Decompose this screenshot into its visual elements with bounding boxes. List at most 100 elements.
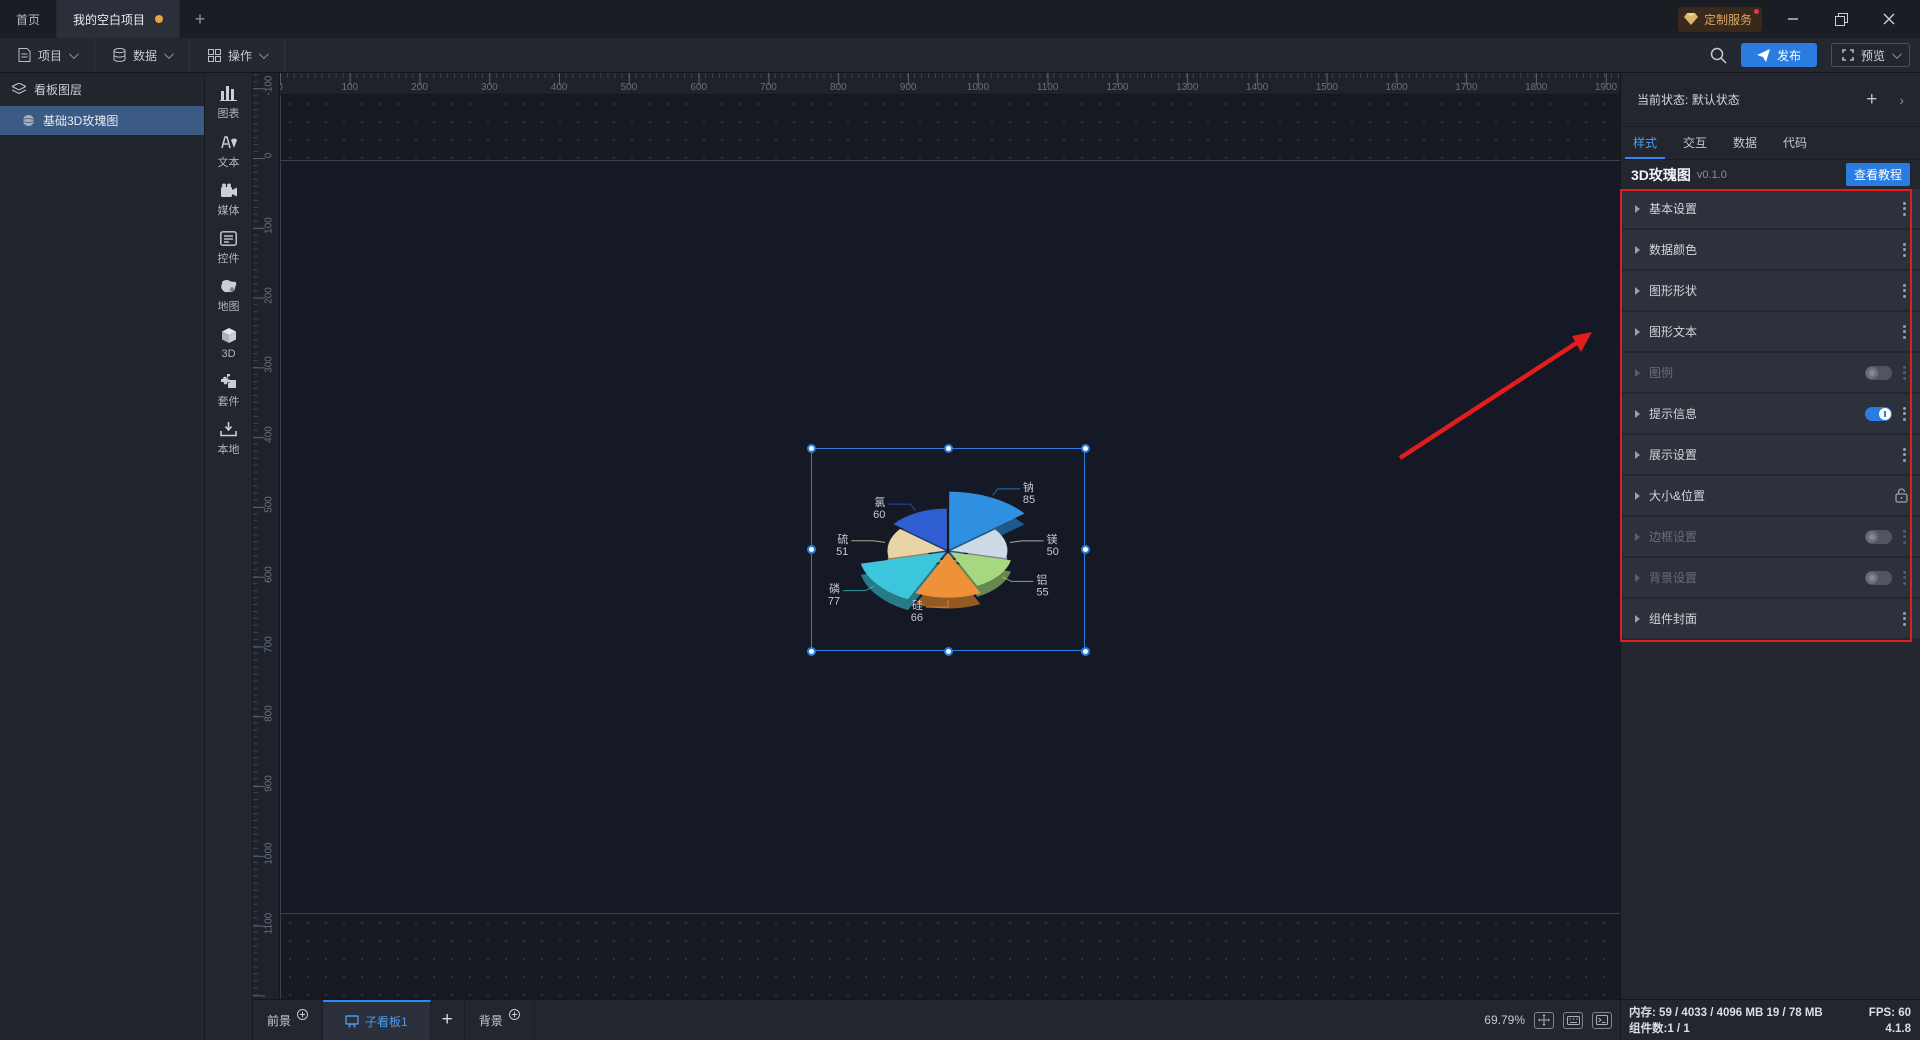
console-button[interactable] bbox=[1592, 1011, 1612, 1029]
selection-handle[interactable] bbox=[1080, 443, 1090, 453]
tab-project[interactable]: 我的空白项目 bbox=[57, 0, 181, 38]
toolbox-item-6[interactable]: 3D bbox=[205, 327, 253, 360]
selection-handle[interactable] bbox=[943, 646, 953, 656]
expand-caret-icon[interactable] bbox=[1635, 286, 1640, 295]
section-menu-icon[interactable] bbox=[1901, 528, 1908, 546]
ruler-mark: 1500 bbox=[1315, 82, 1338, 93]
plus-circle-icon[interactable] bbox=[508, 1008, 520, 1020]
selection-handle[interactable] bbox=[806, 646, 816, 656]
selection-handle[interactable] bbox=[806, 443, 816, 453]
local-icon bbox=[220, 422, 237, 437]
expand-caret-icon[interactable] bbox=[1635, 245, 1640, 254]
toolbox-item-1[interactable]: 图表 bbox=[205, 85, 253, 121]
ruler-mark: 400 bbox=[550, 82, 568, 93]
foreground-button[interactable]: 前景 bbox=[253, 1000, 324, 1040]
expand-caret-icon[interactable] bbox=[1635, 491, 1640, 500]
restore-button[interactable] bbox=[1824, 6, 1858, 32]
section-menu-icon[interactable] bbox=[1901, 364, 1908, 382]
canvas-workspace[interactable]: 0 100 200 300 400 500 600 700 800 900 1000 1100 1200… bbox=[253, 73, 1620, 999]
section-menu-icon[interactable] bbox=[1901, 241, 1908, 259]
shortcuts-button[interactable] bbox=[1563, 1011, 1583, 1029]
expand-caret-icon[interactable] bbox=[1635, 532, 1640, 541]
menu-project[interactable]: 项目 bbox=[0, 38, 96, 72]
expand-states-button[interactable]: › bbox=[1899, 92, 1904, 108]
section-row-8[interactable]: 大小&位置 bbox=[1621, 476, 1920, 515]
section-menu-icon[interactable] bbox=[1901, 569, 1908, 587]
section-row-1[interactable]: 基本设置 bbox=[1621, 189, 1920, 228]
section-toggle[interactable] bbox=[1865, 406, 1892, 421]
status-footer: 内存: 59 / 4033 / 4096 MB 19 / 78 MB FPS: … bbox=[1621, 999, 1920, 1040]
custom-service-button[interactable]: 定制服务 bbox=[1677, 6, 1762, 32]
expand-caret-icon[interactable] bbox=[1635, 204, 1640, 213]
selection-box[interactable] bbox=[806, 443, 1090, 656]
toolbox-item-2[interactable]: 文本 bbox=[205, 134, 253, 170]
section-row-10[interactable]: 背景设置 bbox=[1621, 558, 1920, 597]
section-row-9[interactable]: 边框设置 bbox=[1621, 517, 1920, 556]
toolbox-item-7[interactable]: 套件 bbox=[205, 373, 253, 409]
search-icon[interactable] bbox=[1710, 47, 1727, 64]
section-menu-icon[interactable] bbox=[1901, 610, 1908, 628]
settings-tab-3[interactable]: 数据 bbox=[1725, 128, 1765, 159]
selection-handle[interactable] bbox=[1080, 545, 1090, 554]
publish-button[interactable]: 发布 bbox=[1740, 43, 1817, 67]
expand-caret-icon[interactable] bbox=[1635, 573, 1640, 582]
settings-tab-1[interactable]: 样式 bbox=[1625, 128, 1666, 159]
section-toggle[interactable] bbox=[1865, 529, 1892, 544]
section-menu-icon[interactable] bbox=[1901, 323, 1908, 341]
add-state-button[interactable]: + bbox=[1866, 89, 1877, 111]
canvas-margin-bottom bbox=[280, 914, 1620, 999]
preview-button[interactable]: 预览 bbox=[1830, 43, 1910, 67]
section-menu-icon[interactable] bbox=[1901, 446, 1908, 464]
section-row-6[interactable]: 提示信息 bbox=[1621, 394, 1920, 433]
section-row-2[interactable]: 数据颜色 bbox=[1621, 230, 1920, 269]
plus-circle-icon[interactable] bbox=[297, 1008, 309, 1020]
minimize-button[interactable] bbox=[1776, 6, 1810, 32]
new-tab-button[interactable]: + bbox=[180, 0, 220, 38]
expand-caret-icon[interactable] bbox=[1635, 614, 1640, 623]
settings-tab-4[interactable]: 代码 bbox=[1775, 128, 1815, 159]
section-row-4[interactable]: 图形文本 bbox=[1621, 312, 1920, 351]
state-value: 默认状态 bbox=[1691, 93, 1740, 107]
toolbox-item-label: 图表 bbox=[217, 108, 240, 120]
section-label: 图形形状 bbox=[1649, 284, 1698, 298]
section-row-11[interactable]: 组件封面 bbox=[1621, 599, 1920, 638]
expand-caret-icon[interactable] bbox=[1635, 368, 1640, 377]
section-row-3[interactable]: 图形形状 bbox=[1621, 271, 1920, 310]
background-button[interactable]: 背景 bbox=[465, 1000, 535, 1040]
state-row: 当前状态: 默认状态 + › bbox=[1621, 73, 1920, 127]
tab-home[interactable]: 首页 bbox=[0, 0, 58, 38]
expand-caret-icon[interactable] bbox=[1635, 327, 1640, 336]
tutorial-button[interactable]: 查看教程 bbox=[1845, 163, 1910, 186]
section-menu-icon[interactable] bbox=[1901, 282, 1908, 300]
section-row-7[interactable]: 展示设置 bbox=[1621, 435, 1920, 474]
toolbox-item-5[interactable]: 地图 bbox=[205, 279, 253, 314]
section-menu-icon[interactable] bbox=[1901, 405, 1908, 423]
selection-handle[interactable] bbox=[1080, 646, 1090, 656]
layers-panel: 看板图层 基础3D玫瑰图 bbox=[0, 73, 205, 1040]
selection-handle[interactable] bbox=[806, 545, 816, 554]
toolbox-item-3[interactable]: 媒体 bbox=[205, 183, 253, 218]
zoom-level: 69.79% bbox=[1484, 1013, 1525, 1027]
diamond-icon bbox=[1683, 13, 1698, 25]
menu-data[interactable]: 数据 bbox=[95, 38, 191, 72]
toolbox-item-4[interactable]: 控件 bbox=[205, 231, 253, 266]
section-menu-icon[interactable] bbox=[1901, 200, 1908, 218]
toolbox-item-8[interactable]: 本地 bbox=[205, 422, 253, 457]
settings-tab-2[interactable]: 交互 bbox=[1675, 128, 1715, 159]
section-toggle[interactable] bbox=[1865, 570, 1892, 585]
section-toggle[interactable] bbox=[1865, 365, 1892, 380]
add-subboard-button[interactable]: + bbox=[431, 1000, 465, 1040]
section-row-5[interactable]: 图例 bbox=[1621, 353, 1920, 392]
section-label: 背景设置 bbox=[1649, 571, 1698, 585]
subboard-tab[interactable]: 子看板1 bbox=[323, 1000, 431, 1040]
menu-operations[interactable]: 操作 bbox=[190, 38, 286, 72]
selection-handle[interactable] bbox=[943, 443, 953, 453]
layer-item-rose3d[interactable]: 基础3D玫瑰图 bbox=[0, 106, 204, 135]
expand-caret-icon[interactable] bbox=[1635, 450, 1640, 459]
publish-label: 发布 bbox=[1776, 48, 1801, 63]
toolbox-item-label: 控件 bbox=[217, 253, 240, 265]
expand-caret-icon[interactable] bbox=[1635, 409, 1640, 418]
fit-canvas-button[interactable] bbox=[1534, 1011, 1554, 1029]
terminal-icon bbox=[1596, 1015, 1608, 1025]
close-button[interactable] bbox=[1872, 6, 1906, 32]
